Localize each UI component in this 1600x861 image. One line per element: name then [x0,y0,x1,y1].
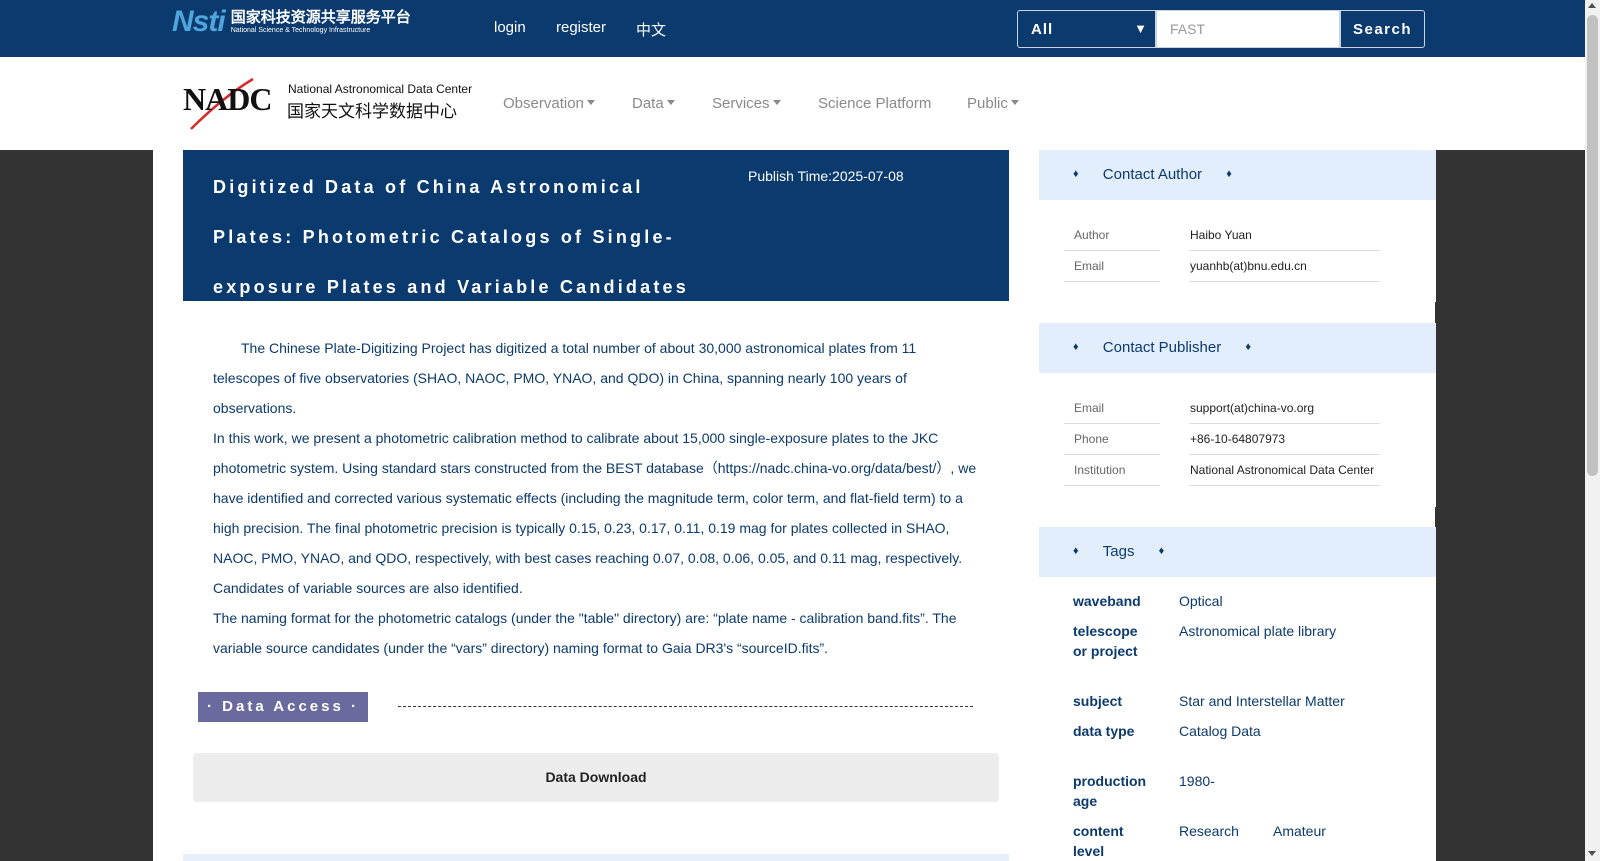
nsti-logo[interactable]: Nsti 国家科技资源共享服务平台 National Science & Tec… [172,5,432,38]
search-scope-value: All [1031,21,1054,38]
data-download-button[interactable]: Data Download [193,753,999,802]
publisher-row: Email support(at)china-vo.org [1064,393,1380,424]
tag-key-subject: subject [1073,693,1123,709]
dataset-article: Digitized Data of China Astronomical Pla… [183,150,1009,811]
tags-header: ♦ Tags ♦ [1039,527,1436,577]
nav-public-label: Public [967,95,1008,112]
contact-value: Haibo Yuan [1189,220,1380,251]
tag-key-telescope: telescope or project [1073,623,1138,659]
caret-down-icon [666,100,675,105]
contact-author-title: Contact Author [1102,166,1203,183]
nav-data[interactable]: Data [632,95,675,112]
data-access-divider [398,706,973,707]
publisher-value[interactable]: support(at)china-vo.org [1189,393,1380,424]
tag-key-production: production age [1073,773,1147,809]
caret-down-icon [772,100,781,105]
scroll-up-icon[interactable] [1588,3,1596,8]
scroll-down-icon[interactable] [1588,851,1596,856]
tag-value-datatype[interactable]: Catalog Data [1179,721,1261,741]
nadc-logo-en: National Astronomical Data Center [288,82,473,96]
tag-value-content[interactable]: Research [1179,821,1239,841]
publisher-key: Phone [1064,424,1160,455]
publish-time: Publish Time:2025-07-08 [748,168,904,184]
nsti-logo-mark: Nsti [172,5,226,38]
contact-value[interactable]: yuanhb(at)bnu.edu.cn [1189,251,1380,282]
nav-data-label: Data [632,95,664,112]
nav-public[interactable]: Public [967,95,1019,112]
register-link[interactable]: register [556,19,606,36]
nav-services-label: Services [712,95,770,112]
next-section-strip [183,854,1009,861]
tag-value-subject[interactable]: Star and Interstellar Matter [1179,691,1345,711]
contact-author-panel: ♦ Contact Author ♦ Author Haibo Yuan Ema… [1039,150,1436,302]
diamond-icon: ♦ [1073,168,1079,180]
diamond-icon: ♦ [1073,341,1079,353]
data-access-badge: · Data Access · [198,692,368,722]
contact-row: Email yuanhb(at)bnu.edu.cn [1064,251,1380,282]
publisher-key: Email [1064,393,1160,424]
dropdown-arrow-icon: ▼ [1134,21,1148,36]
publisher-row: Phone +86-10-64807973 [1064,424,1380,455]
publisher-row: Institution National Astronomical Data C… [1064,455,1380,486]
title-block: Digitized Data of China Astronomical Pla… [183,150,1009,301]
diamond-icon: ♦ [1158,545,1165,557]
page-scrollbar[interactable] [1585,0,1600,861]
login-link[interactable]: login [494,19,526,36]
contact-author-header: ♦ Contact Author ♦ [1039,150,1436,200]
nav-science-platform[interactable]: Science Platform [818,95,931,112]
contact-key: Email [1064,251,1160,282]
caret-down-icon [586,100,595,105]
dataset-description: The Chinese Plate-Digitizing Project has… [213,333,978,663]
nav-services[interactable]: Services [712,95,781,112]
publisher-value: +86-10-64807973 [1189,424,1380,455]
publisher-key: Institution [1064,455,1160,486]
nadc-logo-cn: 国家天文科学数据中心 [287,102,457,121]
nsti-logo-en: National Science & Technology Infrastruc… [230,27,371,34]
diamond-icon: ♦ [1226,168,1232,180]
tag-key-waveband: waveband [1073,593,1141,609]
contact-row: Author Haibo Yuan [1064,220,1380,251]
publisher-value: National Astronomical Data Center [1189,455,1380,486]
dataset-title: Digitized Data of China Astronomical Pla… [213,177,689,297]
tag-value-production[interactable]: 1980- [1179,771,1215,791]
description-paragraph: In this work, we present a photometric c… [213,430,977,596]
nav-observation[interactable]: Observation [503,95,595,112]
language-link[interactable]: 中文 [636,19,666,40]
tags-title: Tags [1102,543,1135,560]
diamond-icon: ♦ [1245,341,1251,353]
nav-observation-label: Observation [503,95,584,112]
nadc-logo[interactable]: NADC National Astronomical Data Center 国… [183,77,472,133]
contact-publisher-title: Contact Publisher [1102,339,1222,356]
contact-key: Author [1064,220,1160,251]
caret-down-icon [1010,100,1019,105]
description-paragraph: The naming format for the photometric ca… [213,610,957,656]
tag-key-content: content level [1073,823,1124,859]
search-scope-select[interactable]: All ▼ [1017,10,1156,48]
top-bar: Nsti 国家科技资源共享服务平台 National Science & Tec… [0,0,1585,57]
scrollbar-thumb[interactable] [1587,15,1598,476]
tag-value-telescope[interactable]: Astronomical plate library [1179,621,1336,641]
diamond-icon: ♦ [1073,545,1079,557]
nadc-logo-mark: NADC [183,81,272,117]
nsti-logo-cn: 国家科技资源共享服务平台 [230,9,411,26]
tag-value-waveband[interactable]: Optical [1179,591,1223,611]
contact-publisher-header: ♦ Contact Publisher ♦ [1039,323,1436,373]
contact-publisher-panel: ♦ Contact Publisher ♦ Email support(at)c… [1039,323,1436,507]
search-button[interactable]: Search [1340,10,1425,48]
search-input[interactable]: FAST [1156,10,1340,48]
tag-value-content[interactable]: Amateur [1273,821,1326,841]
description-paragraph: The Chinese Plate-Digitizing Project has… [213,340,917,416]
tag-key-datatype: data type [1073,723,1135,739]
nsti-logo-text: 国家科技资源共享服务平台 National Science & Technolo… [231,9,411,35]
main-navbar: NADC National Astronomical Data Center 国… [0,57,1585,150]
